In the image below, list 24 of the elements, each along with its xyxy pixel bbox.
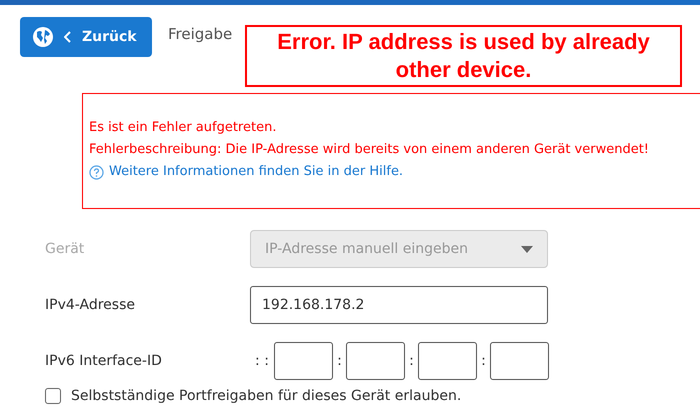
caret-icon bbox=[521, 246, 533, 252]
separator-text: : bbox=[408, 353, 415, 369]
error-annotation: Error. IP address is used by already other device. bbox=[245, 25, 682, 87]
page-title: Freigabe bbox=[168, 25, 232, 43]
field-label: IPv4-Adresse bbox=[45, 297, 136, 313]
ipv6-part-field[interactable] bbox=[490, 342, 549, 380]
separator-text: : : bbox=[254, 353, 270, 369]
separator-text: : bbox=[480, 353, 487, 369]
field-label: IPv6 Interface-ID bbox=[45, 353, 163, 369]
separator-text: : bbox=[336, 353, 343, 369]
help-icon bbox=[89, 164, 104, 180]
globe-icon bbox=[32, 26, 54, 48]
error-message: Fehlerbeschreibung: Die IP-Adresse wird bereits von einem anderen Gerät verwendet! bbox=[89, 142, 650, 158]
field-label: Gerät bbox=[45, 241, 86, 257]
ipv6-part-field[interactable] bbox=[346, 342, 405, 380]
checkbox-label: Selbstständige Portfreigaben für dieses Gerät erlauben. bbox=[71, 388, 462, 404]
chevron-left-icon bbox=[64, 31, 72, 43]
checkbox[interactable] bbox=[45, 388, 61, 404]
help-link[interactable]: Weitere Informationen finden Sie in der Hilfe. bbox=[109, 164, 404, 180]
ipv4-field[interactable]: 192.168.178.2 bbox=[250, 286, 548, 324]
ipv6-part-field[interactable] bbox=[274, 342, 333, 380]
error-message: Es ist ein Fehler aufgetreten. bbox=[89, 120, 278, 136]
back-button[interactable]: Zurück bbox=[20, 17, 152, 57]
ipv6-part-field[interactable] bbox=[418, 342, 477, 380]
